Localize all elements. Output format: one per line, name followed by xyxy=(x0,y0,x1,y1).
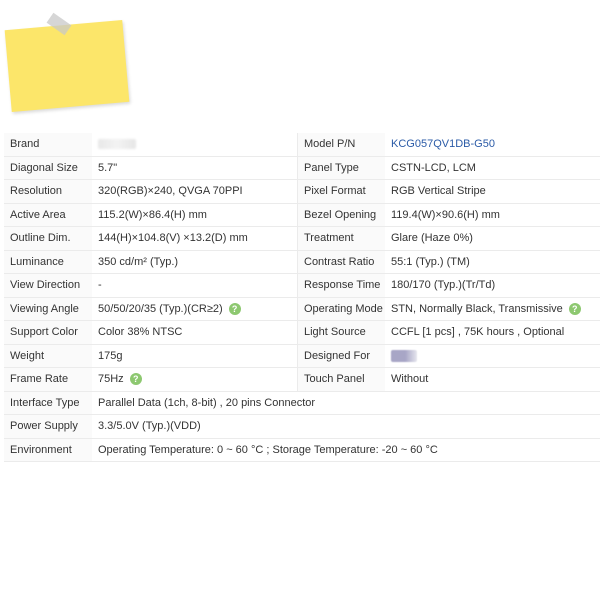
response-time-value: 180/170 (Typ.)(Tr/Td) xyxy=(385,273,600,298)
table-row: Frame Rate 75Hz? Touch Panel Without xyxy=(4,367,600,392)
weight-value: 175g xyxy=(92,344,298,368)
support-color-value: Color 38% NTSC xyxy=(92,320,298,345)
light-source-label: Light Source xyxy=(297,320,385,345)
table-row: Diagonal Size 5.7" Panel Type CSTN-LCD, … xyxy=(4,156,600,180)
active-area-value: 115.2(W)×86.4(H) mm xyxy=(92,203,298,227)
support-color-label: Support Color xyxy=(4,320,92,345)
interface-value: Parallel Data (1ch, 8-bit) , 20 pins Con… xyxy=(92,391,600,415)
designed-for-redacted xyxy=(391,349,417,362)
luminance-label: Luminance xyxy=(4,250,92,274)
diagonal-label: Diagonal Size xyxy=(4,156,92,180)
table-row: Active Area 115.2(W)×86.4(H) mm Bezel Op… xyxy=(4,203,600,227)
view-direction-value: - xyxy=(92,273,298,298)
frame-rate-cell: 75Hz? xyxy=(92,367,298,392)
frame-rate-value: 75Hz xyxy=(98,373,124,386)
table-row: Luminance 350 cd/m² (Typ.) Contrast Rati… xyxy=(4,250,600,274)
table-row: Resolution 320(RGB)×240, QVGA 70PPI Pixe… xyxy=(4,179,600,204)
contrast-value: 55:1 (Typ.) (TM) xyxy=(385,250,600,274)
brand-label: Brand xyxy=(4,133,92,157)
pixel-format-label: Pixel Format xyxy=(297,179,385,204)
bezel-label: Bezel Opening xyxy=(297,203,385,227)
table-row: Power Supply 3.3/5.0V (Typ.)(VDD) xyxy=(4,414,600,439)
bezel-value: 119.4(W)×90.6(H) mm xyxy=(385,203,600,227)
viewing-angle-cell: 50/50/20/35 (Typ.)(CR≥2)? xyxy=(92,297,298,321)
table-row: Weight 175g Designed For xyxy=(4,344,600,368)
treatment-label: Treatment xyxy=(297,226,385,251)
brand-redacted xyxy=(98,139,136,150)
contrast-label: Contrast Ratio xyxy=(297,250,385,274)
help-icon[interactable]: ? xyxy=(228,302,241,315)
resolution-value: 320(RGB)×240, QVGA 70PPI xyxy=(92,179,298,204)
model-label: Model P/N xyxy=(297,133,385,157)
panel-type-label: Panel Type xyxy=(297,156,385,180)
table-row: Interface Type Parallel Data (1ch, 8-bit… xyxy=(4,391,600,415)
operating-mode-cell: STN, Normally Black, Transmissive? xyxy=(385,297,600,321)
view-direction-label: View Direction xyxy=(4,273,92,298)
outline-label: Outline Dim. xyxy=(4,226,92,251)
designed-for-value xyxy=(385,344,600,368)
resolution-label: Resolution xyxy=(4,179,92,204)
table-row: View Direction - Response Time 180/170 (… xyxy=(4,273,600,298)
table-row: Viewing Angle 50/50/20/35 (Typ.)(CR≥2)? … xyxy=(4,297,600,321)
luminance-value: 350 cd/m² (Typ.) xyxy=(92,250,298,274)
designed-for-label: Designed For xyxy=(297,344,385,368)
environment-value: Operating Temperature: 0 ~ 60 °C ; Stora… xyxy=(92,438,600,462)
operating-mode-value: STN, Normally Black, Transmissive xyxy=(391,302,563,315)
light-source-value: CCFL [1 pcs] , 75K hours , Optional xyxy=(385,320,600,345)
spec-table: Brand Model P/N KCG057QV1DB-G50 Diagonal… xyxy=(4,133,600,462)
outline-value: 144(H)×104.8(V) ×13.2(D) mm xyxy=(92,226,298,251)
operating-mode-label: Operating Mode xyxy=(297,297,385,321)
model-link[interactable]: KCG057QV1DB-G50 xyxy=(385,133,600,157)
treatment-value: Glare (Haze 0%) xyxy=(385,226,600,251)
environment-label: Environment xyxy=(4,438,92,462)
weight-label: Weight xyxy=(4,344,92,368)
table-row: Environment Operating Temperature: 0 ~ 6… xyxy=(4,438,600,462)
table-row: Support Color Color 38% NTSC Light Sourc… xyxy=(4,320,600,345)
panel-type-value: CSTN-LCD, LCM xyxy=(385,156,600,180)
response-time-label: Response Time xyxy=(297,273,385,298)
viewing-angle-label: Viewing Angle xyxy=(4,297,92,321)
frame-rate-label: Frame Rate xyxy=(4,367,92,392)
viewing-angle-value: 50/50/20/35 (Typ.)(CR≥2) xyxy=(98,302,223,315)
interface-label: Interface Type xyxy=(4,391,92,415)
touch-panel-label: Touch Panel xyxy=(297,367,385,392)
sticky-note xyxy=(4,20,130,112)
table-row: Outline Dim. 144(H)×104.8(V) ×13.2(D) mm… xyxy=(4,226,600,251)
power-supply-value: 3.3/5.0V (Typ.)(VDD) xyxy=(92,414,600,439)
help-icon[interactable]: ? xyxy=(129,373,142,386)
active-area-label: Active Area xyxy=(4,203,92,227)
diagonal-value: 5.7" xyxy=(92,156,298,180)
table-row: Brand Model P/N KCG057QV1DB-G50 xyxy=(4,133,600,157)
pixel-format-value: RGB Vertical Stripe xyxy=(385,179,600,204)
brand-value xyxy=(92,133,298,157)
help-icon[interactable]: ? xyxy=(568,302,581,315)
power-supply-label: Power Supply xyxy=(4,414,92,439)
touch-panel-value: Without xyxy=(385,367,600,392)
